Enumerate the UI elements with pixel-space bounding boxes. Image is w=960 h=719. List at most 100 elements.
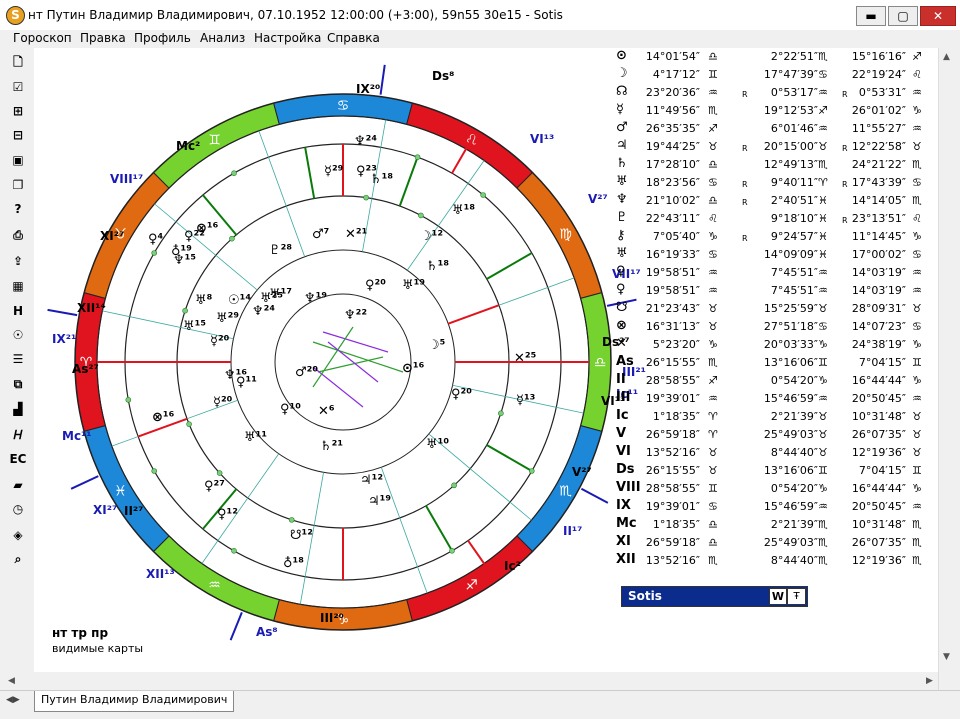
planet-glyph: ♅⁸ xyxy=(195,293,213,308)
table-row[interactable]: Ic 1°18′35″ ♈ 2°21′39″ ♉ 10°31′48″ ♉ xyxy=(616,408,938,426)
progressed-position: 22°19′24″ xyxy=(851,68,906,81)
progressed-position: 20°50′45″ xyxy=(851,392,906,405)
planet-marker-dot xyxy=(151,250,158,256)
point-glyph: ♂ xyxy=(616,120,628,135)
word-button[interactable]: W xyxy=(769,588,787,605)
planet-glyph: ✕²¹ xyxy=(345,227,367,242)
table-row[interactable]: VIII 28°58′55″ ♊ 0°54′20″ ♑ 16°44′44″ ♑ xyxy=(616,480,938,498)
planet-glyph: ♀²⁰ xyxy=(365,278,386,293)
table-row[interactable]: XII 13°52′16″ ♏ 8°44′40″ ♏ 12°19′36″ ♏ xyxy=(616,552,938,570)
progressed-position: 12°22′58″ xyxy=(851,140,906,153)
progressed-sign-icon: ♒ xyxy=(912,86,922,99)
table-row[interactable]: As 26°15′55″ ♏ 13°16′06″ ♊ 7°04′15″ ♊ xyxy=(616,354,938,372)
point-glyph: ♇ xyxy=(616,210,628,225)
transit-sign-icon: ♒ xyxy=(818,500,828,513)
scroll-down-icon[interactable]: ▼ xyxy=(943,652,950,662)
scroll-right-icon[interactable]: ▶ xyxy=(926,676,933,686)
natal-position: 19°58′51″ xyxy=(645,284,700,297)
table-row[interactable]: VI 13°52′16″ ♉ 8°44′40″ ♉ 12°19′36″ ♉ xyxy=(616,444,938,462)
transit-sign-icon: ♒ xyxy=(818,86,828,99)
house-line xyxy=(486,252,533,280)
point-glyph: ♅ xyxy=(616,174,628,189)
progressed-sign-icon: ♉ xyxy=(912,428,922,441)
transit-sign-icon: ♏ xyxy=(818,50,828,63)
point-glyph: VIII xyxy=(616,480,641,495)
table-row[interactable]: XI 26°59′18″ ♎ 25°49′03″ ♏ 26°07′35″ ♏ xyxy=(616,534,938,552)
progressed-sign-icon: ♑ xyxy=(912,104,922,117)
planet-glyph: ⊙¹⁶ xyxy=(402,361,425,376)
table-row[interactable]: ⊗ 16°31′13″ ♉ 27°51′18″ ♋ 14°07′23″ ♋ xyxy=(616,318,938,336)
progressed-position: 11°55′27″ xyxy=(851,122,906,135)
table-row[interactable]: II 28°58′55″ ♐ 0°54′20″ ♑ 16°44′44″ ♑ xyxy=(616,372,938,390)
progressed-sign-icon: ♒ xyxy=(912,266,922,279)
table-row[interactable]: ☊ 23°20′36″ ♒ R 0°53′17″ ♒ R 0°53′31″ ♒ xyxy=(616,84,938,102)
table-row[interactable]: ♃ 19°44′25″ ♉ R 20°15′00″ ♉ R 12°22′58″ ♉ xyxy=(616,138,938,156)
table-row[interactable]: ☽ 4°17′12″ ♊ 17°47′39″ ♋ 22°19′24″ ♌ xyxy=(616,66,938,84)
scroll-left-icon[interactable]: ◀ xyxy=(8,676,15,686)
vertical-scrollbar[interactable]: ▲ ▼ xyxy=(938,48,955,690)
table-row[interactable]: ⚷ 7°05′40″ ♑ R 9°24′57″ ♓ 11°14′45″ ♑ xyxy=(616,228,938,246)
planet-glyph: ♁¹⁸ xyxy=(283,556,304,571)
transit-sign-icon: ♋ xyxy=(818,68,828,81)
table-row[interactable]: ♆ 21°10′02″ ♎ R 2°40′51″ ♓ 14°14′05″ ♏ xyxy=(616,192,938,210)
natal-position: 26°59′18″ xyxy=(645,428,700,441)
natal-sign-icon: ♎ xyxy=(708,518,718,531)
sotis-panel[interactable]: Sotis W Ŧ xyxy=(621,586,808,607)
table-row[interactable]: ♇ 22°43′11″ ♌ 9°18′10″ ♓ R 23°13′51″ ♌ xyxy=(616,210,938,228)
table-row[interactable]: ✕ 5°23′20″ ♑ 20°03′33″ ♑ 24°38′19″ ♑ xyxy=(616,336,938,354)
table-row[interactable]: ♅ 16°19′33″ ♋ 14°09′09″ ♓ 17°00′02″ ♋ xyxy=(616,246,938,264)
point-glyph: ♄ xyxy=(616,156,628,171)
table-row[interactable]: ♀ 19°58′51″ ♒ 7°45′51″ ♒ 14°03′19″ ♒ xyxy=(616,264,938,282)
natal-position: 7°05′40″ xyxy=(652,230,700,243)
natal-sign-icon: ♈ xyxy=(708,428,718,441)
tab-nav-icon[interactable]: ◀▶ xyxy=(6,695,24,709)
planet-glyph: ♀²⁰ xyxy=(451,387,472,402)
table-row[interactable]: ♅ 18°23′56″ ♋ R 9°40′11″ ♈ R 17°43′39″ ♋ xyxy=(616,174,938,192)
table-row[interactable]: ♀ 19°58′51″ ♒ 7°45′51″ ♒ 14°03′19″ ♒ xyxy=(616,282,938,300)
table-row[interactable]: ☋ 21°23′43″ ♉ 15°25′59″ ♉ 28°09′31″ ♉ xyxy=(616,300,938,318)
planet-glyph: ♀¹⁰ xyxy=(280,402,301,417)
scroll-up-icon[interactable]: ▲ xyxy=(943,52,950,62)
transit-position: 8°44′40″ xyxy=(770,446,818,459)
natal-sign-icon: ♎ xyxy=(708,158,718,171)
progressed-sign-icon: ♑ xyxy=(912,374,922,387)
planet-glyph: ⊗¹⁶ xyxy=(152,410,175,425)
natal-position: 14°01′54″ xyxy=(645,50,700,63)
progressed-retro-flag: R xyxy=(842,144,848,153)
tab-horoscope[interactable]: Путин Владимир Владимирович xyxy=(34,691,235,712)
transit-sign-icon: ♏ xyxy=(818,518,828,531)
natal-position: 19°39′01″ xyxy=(645,500,700,513)
chart-types-legend[interactable]: нт тр пр xyxy=(52,626,108,640)
point-glyph: XII xyxy=(616,552,636,567)
table-row[interactable]: Mc 1°18′35″ ♎ 2°21′39″ ♏ 10°31′48″ ♏ xyxy=(616,516,938,534)
house-axis-label: As²⁷ xyxy=(72,362,99,376)
transit-sign-icon: ♒ xyxy=(818,392,828,405)
progressed-position: 17°43′39″ xyxy=(851,176,906,189)
table-row[interactable]: Ds 26°15′55″ ♉ 13°16′06″ ♊ 7°04′15″ ♊ xyxy=(616,462,938,480)
natal-sign-icon: ♉ xyxy=(708,302,718,315)
table-row[interactable]: V 26°59′18″ ♈ 25°49′03″ ♉ 26°07′35″ ♉ xyxy=(616,426,938,444)
point-glyph: VI xyxy=(616,444,631,459)
planet-marker-dot xyxy=(182,307,188,314)
table-row[interactable]: ♄ 17°28′10″ ♎ 12°49′13″ ♏ 24°21′22″ ♏ xyxy=(616,156,938,174)
progressed-sign-icon: ♊ xyxy=(912,464,922,477)
transit-sign-icon: ♑ xyxy=(818,482,828,495)
progressed-sign-icon: ♑ xyxy=(912,338,922,351)
natal-sign-icon: ♒ xyxy=(708,86,718,99)
house-cusp-line xyxy=(154,203,258,291)
progressed-position: 20°50′45″ xyxy=(851,500,906,513)
planet-marker-dot xyxy=(216,470,223,476)
progressed-sign-icon: ♋ xyxy=(912,320,922,333)
table-row[interactable]: ⊙ 14°01′54″ ♎ 2°22′51″ ♏ 15°16′16″ ♐ xyxy=(616,48,938,66)
table-row[interactable]: III 19°39′01″ ♒ 15°46′59″ ♒ 20°50′45″ ♒ xyxy=(616,390,938,408)
text-button[interactable]: Ŧ xyxy=(787,588,806,605)
progressed-sign-icon: ♑ xyxy=(912,230,922,243)
transit-position: 7°45′51″ xyxy=(770,284,818,297)
natal-sign-icon: ♋ xyxy=(708,248,718,261)
table-row[interactable]: ☿ 11°49′56″ ♏ 19°12′53″ ♐ 26°01′02″ ♑ xyxy=(616,102,938,120)
table-row[interactable]: ♂ 26°35′35″ ♐ 6°01′46″ ♒ 11°55′27″ ♒ xyxy=(616,120,938,138)
house-axis-label: II¹⁷ xyxy=(563,524,582,538)
horizontal-scrollbar[interactable]: ◀ ▶ xyxy=(0,672,938,690)
progressed-position: 14°14′05″ xyxy=(851,194,906,207)
table-row[interactable]: IX 19°39′01″ ♋ 15°46′59″ ♒ 20°50′45″ ♒ xyxy=(616,498,938,516)
